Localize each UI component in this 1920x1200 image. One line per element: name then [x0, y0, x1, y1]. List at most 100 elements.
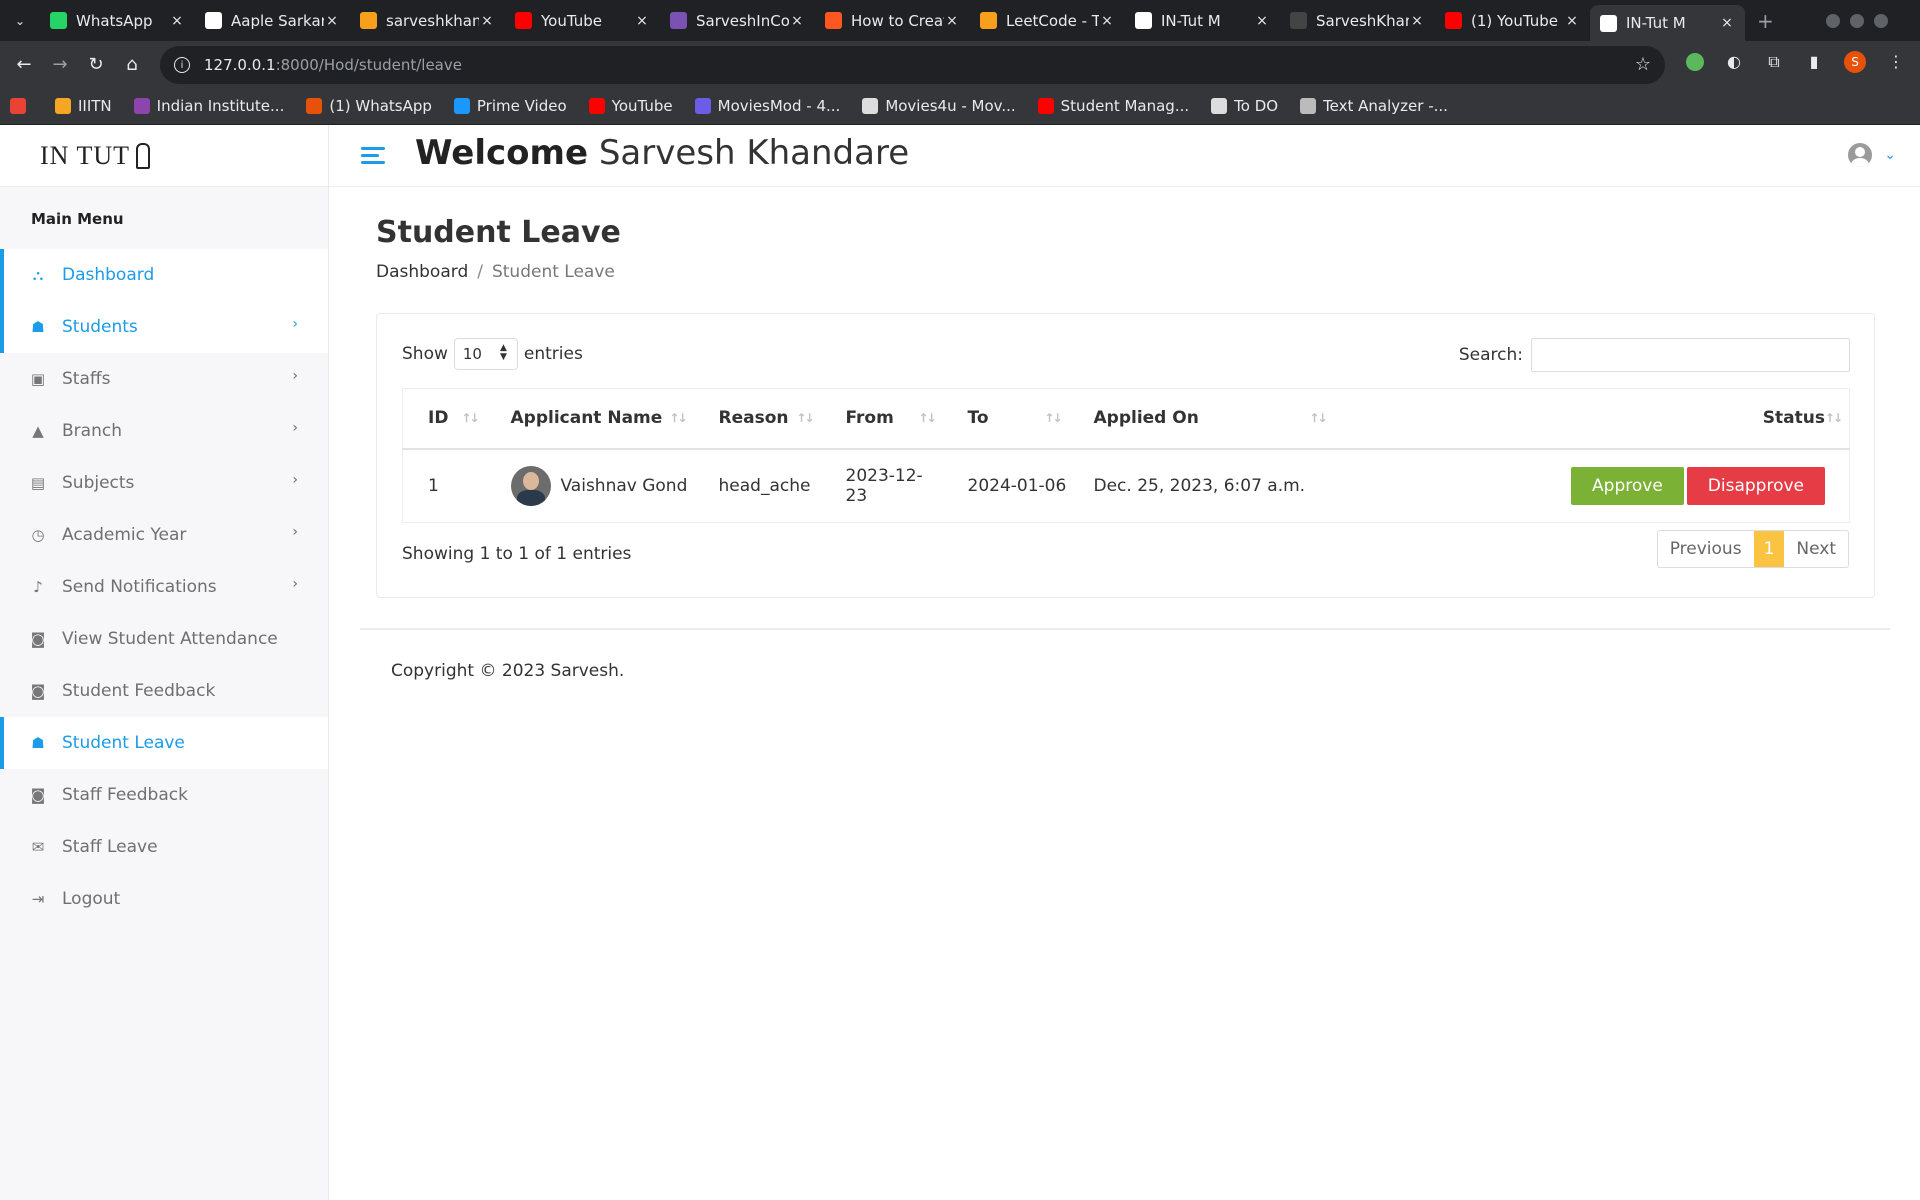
disapprove-button[interactable]: Disapprove	[1686, 466, 1825, 505]
bookmark-item[interactable]: Prime Video	[453, 97, 567, 115]
close-tab-icon[interactable]: ×	[324, 13, 340, 29]
bookmark-star-icon[interactable]: ☆	[1635, 54, 1651, 75]
close-window-icon[interactable]	[1874, 14, 1888, 28]
sidebar-item-students[interactable]: ☗ Students ›	[0, 301, 328, 353]
sidebar-menu: ⛬ Dashboard ☗ Students › ▣ Staffs › ▲ Branch › ▤ Sub…	[0, 249, 328, 925]
close-tab-icon[interactable]: ×	[634, 13, 650, 29]
tab-title: Aaple Sarkar	[231, 11, 324, 30]
approve-button[interactable]: Approve	[1571, 466, 1684, 505]
extension-icon[interactable]	[1686, 53, 1704, 71]
column-header-id[interactable]: ID ↑↓	[402, 388, 486, 450]
bookmark-favicon-icon	[1300, 98, 1317, 114]
browser-tab[interactable]: IN-Tut M ×	[1590, 5, 1745, 41]
sidebar-item-staffs[interactable]: ▣ Staffs ›	[0, 353, 328, 405]
close-tab-icon[interactable]: ×	[1564, 13, 1580, 29]
close-tab-icon[interactable]: ×	[169, 13, 185, 29]
logo-text: IN TUT	[40, 140, 131, 170]
tab-title: LeetCode - The	[1006, 11, 1099, 30]
sidebar-item-subjects[interactable]: ▤ Subjects ›	[0, 457, 328, 509]
column-header-reason[interactable]: Reason ↑↓	[693, 388, 821, 450]
close-tab-icon[interactable]: ×	[1254, 13, 1270, 29]
sidebar-item-view-student-attendance[interactable]: ◙ View Student Attendance	[0, 613, 328, 665]
top-header: Welcome Sarvesh Khandare ⌄	[329, 125, 1920, 187]
bookmark-item[interactable]: IIITN	[55, 97, 112, 115]
minimize-icon[interactable]	[1826, 14, 1840, 28]
next-page-button[interactable]: Next	[1784, 531, 1848, 567]
search-input[interactable]	[1531, 338, 1850, 372]
browser-tab[interactable]: LeetCode - The×	[970, 0, 1125, 41]
chevron-down-icon[interactable]: ⌄	[1884, 147, 1896, 163]
user-menu[interactable]: ⌄	[1848, 143, 1896, 167]
tab-search-icon[interactable]: ⌄	[0, 0, 40, 41]
logo[interactable]: IN TUT	[0, 125, 328, 187]
extension-dark-icon[interactable]: ◐	[1724, 52, 1744, 72]
browser-tab[interactable]: WhatsApp ×	[40, 0, 195, 41]
browser-menu-icon[interactable]: ⋮	[1886, 52, 1906, 72]
reload-icon[interactable]: ↻	[78, 54, 114, 75]
bookmark-item[interactable]: Student Manag...	[1037, 97, 1189, 115]
back-icon[interactable]: ←	[6, 54, 42, 75]
home-icon[interactable]: ⌂	[114, 54, 150, 75]
sidebar-item-dashboard[interactable]: ⛬ Dashboard	[0, 249, 328, 301]
bookmark-item[interactable]: Movies4u - Mov...	[862, 97, 1016, 115]
cell-applied-on: Dec. 25, 2023, 6:07 a.m.	[1068, 448, 1334, 523]
tab-favicon-icon	[1600, 14, 1617, 32]
close-tab-icon[interactable]: ×	[789, 13, 805, 29]
footer-divider	[360, 628, 1890, 630]
page-length-select[interactable]: 10 ▲ ▼	[453, 338, 518, 370]
extensions-puzzle-icon[interactable]: ⧉	[1764, 52, 1784, 72]
sidebar-item-academic-year[interactable]: ◷ Academic Year ›	[0, 509, 328, 561]
previous-page-button[interactable]: Previous	[1658, 531, 1754, 567]
column-header-from[interactable]: From ↑↓	[820, 388, 943, 450]
site-info-icon[interactable]: i	[174, 57, 190, 73]
side-panel-icon[interactable]: ▮	[1804, 52, 1824, 72]
bookmark-favicon-icon	[55, 98, 71, 114]
address-bar[interactable]: i 127.0.0.1:8000/Hod/student/leave ☆	[160, 46, 1665, 84]
sidebar-item-staff-leave[interactable]: ✉ Staff Leave	[0, 821, 328, 873]
browser-tab[interactable]: Aaple Sarkar ×	[195, 0, 350, 41]
browser-tab[interactable]: sarveshkhandare×	[350, 0, 505, 41]
column-header-applicant-name[interactable]: Applicant Name ↑↓	[485, 388, 694, 450]
bookmark-item[interactable]: Text Analyzer -...	[1300, 97, 1448, 115]
column-header-applied-on[interactable]: Applied On ↑↓	[1068, 388, 1334, 450]
maximize-icon[interactable]	[1850, 14, 1864, 28]
profile-avatar[interactable]: S	[1844, 51, 1866, 73]
bookmark-item[interactable]: (1) WhatsApp	[306, 97, 432, 115]
sidebar-item-branch[interactable]: ▲ Branch ›	[0, 405, 328, 457]
browser-tab[interactable]: (1) YouTube ×	[1435, 0, 1590, 41]
menu-toggle-icon[interactable]	[361, 145, 385, 167]
sidebar-item-logout[interactable]: ⇥ Logout	[0, 873, 328, 925]
current-page-button[interactable]: 1	[1753, 531, 1785, 567]
close-tab-icon[interactable]: ×	[1719, 15, 1735, 31]
sidebar-item-send-notifications[interactable]: ♪ Send Notifications ›	[0, 561, 328, 613]
browser-tab[interactable]: IN-Tut M ×	[1125, 0, 1280, 41]
user-avatar-icon[interactable]	[1848, 143, 1873, 167]
footer-copyright: Copyright © 2023 Sarvesh.	[391, 661, 625, 681]
close-tab-icon[interactable]: ×	[1099, 13, 1115, 29]
forward-icon[interactable]: →	[42, 54, 78, 75]
browser-tab[interactable]: SarveshInCode×	[660, 0, 815, 41]
sidebar-item-student-feedback[interactable]: ◙ Student Feedback	[0, 665, 328, 717]
bookmark-item[interactable]: To DO	[1211, 97, 1278, 115]
sidebar-item-student-leave[interactable]: ☗ Student Leave	[0, 717, 328, 769]
new-tab-icon[interactable]: +	[1757, 9, 1774, 33]
bookmark-favicon-icon	[588, 98, 605, 114]
bookmark-item[interactable]: Indian Institute...	[133, 97, 284, 115]
browser-tab[interactable]: SarveshKhandare×	[1280, 0, 1435, 41]
column-header-status[interactable]: Status ↑↓	[1333, 388, 1850, 450]
column-header-to[interactable]: To ↑↓	[942, 388, 1069, 450]
browser-tab[interactable]: YouTube ×	[505, 0, 660, 41]
sidebar-item-staff-feedback[interactable]: ◙ Staff Feedback	[0, 769, 328, 821]
bookmark-item[interactable]: MoviesMod - 4...	[694, 97, 840, 115]
browser-tab[interactable]: How to Create×	[815, 0, 970, 41]
close-tab-icon[interactable]: ×	[944, 13, 960, 29]
column-header-label: Status	[1762, 408, 1825, 429]
close-tab-icon[interactable]: ×	[1409, 13, 1425, 29]
bookmark-item[interactable]: YouTube	[588, 97, 673, 115]
comments-icon: ◙	[30, 630, 46, 648]
page-title: Student Leave	[376, 215, 621, 250]
bookmark-item[interactable]	[10, 98, 33, 114]
bookmark-label: To DO	[1234, 97, 1279, 115]
close-tab-icon[interactable]: ×	[479, 13, 495, 29]
breadcrumb-dashboard-link[interactable]: Dashboard	[376, 262, 468, 282]
